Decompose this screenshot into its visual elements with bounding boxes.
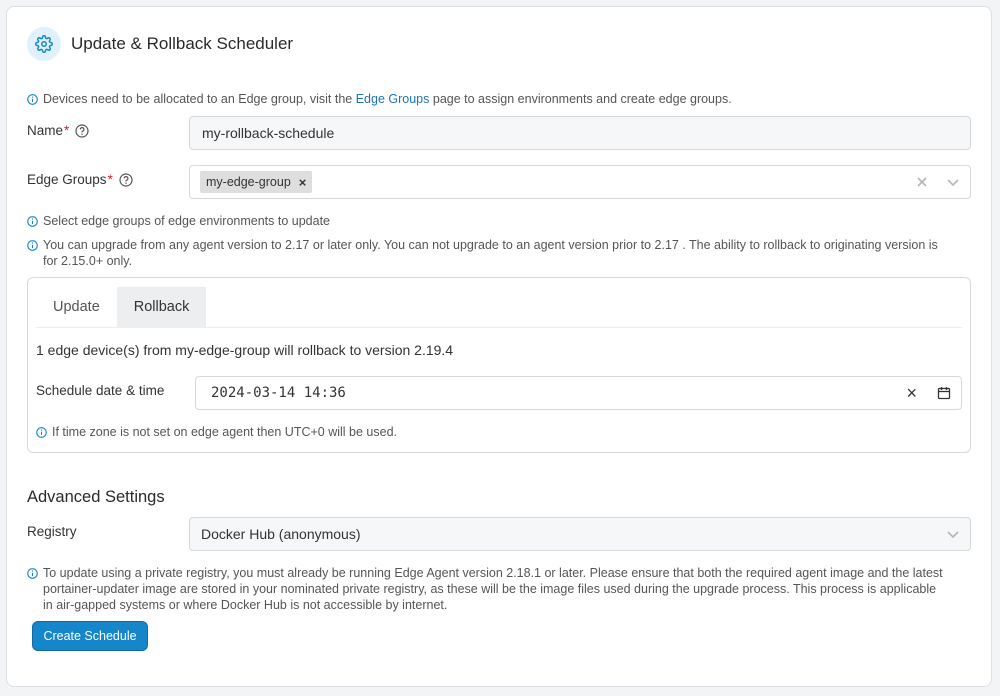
registry-info: To update using a private registry, you … [27,565,972,613]
update-rollback-panel: Update Rollback 1 edge device(s) from my… [27,277,971,453]
help-icon[interactable] [75,123,89,138]
rollback-message: 1 edge device(s) from my-edge-group will… [36,342,454,358]
edge-group-chip: my-edge-group × [200,171,313,193]
chevron-down-icon[interactable] [946,175,960,189]
timezone-info: If time zone is not set on edge agent th… [36,424,397,440]
edge-groups-link[interactable]: Edge Groups [356,92,430,106]
info-icon [27,567,38,579]
calendar-icon[interactable] [937,386,951,400]
clear-icon[interactable] [916,176,928,188]
info-text-prefix: Devices need to be allocated to an Edge … [43,92,353,106]
info-icon [36,426,47,438]
schedule-datetime-input[interactable]: 2024-03-14 14:36 × [195,376,962,410]
clear-date-icon[interactable]: × [906,383,917,404]
edge-groups-label: Edge Groups * [27,172,133,187]
edge-groups-select[interactable]: my-edge-group × [189,165,971,199]
info-text-suffix: page to assign environments and create e… [432,92,732,106]
version-info: You can upgrade from any agent version t… [27,237,972,269]
scheduler-card: Update & Rollback Scheduler Devices need… [6,6,992,687]
create-schedule-button[interactable]: Create Schedule [32,621,148,651]
page-title: Update & Rollback Scheduler [71,34,294,53]
advanced-settings-title: Advanced Settings [27,488,165,506]
name-label: Name * [27,123,89,138]
chip-remove-icon[interactable]: × [299,175,307,190]
registry-label: Registry [27,524,77,539]
edge-groups-info: Devices need to be allocated to an Edge … [27,91,732,107]
tab-update[interactable]: Update [36,287,117,327]
registry-select[interactable]: Docker Hub (anonymous) [189,517,971,551]
gear-icon [27,27,61,61]
schedule-label: Schedule date & time [36,383,165,398]
page-header: Update & Rollback Scheduler [27,27,293,61]
info-icon [27,239,38,251]
tab-rollback[interactable]: Rollback [116,287,207,327]
select-groups-info: Select edge groups of edge environments … [27,213,330,229]
info-icon [27,93,38,105]
chevron-down-icon[interactable] [946,527,960,541]
help-icon[interactable] [119,172,133,187]
name-input[interactable]: my-rollback-schedule [189,116,971,150]
tab-bar: Update Rollback [36,287,207,327]
info-icon [27,215,38,227]
